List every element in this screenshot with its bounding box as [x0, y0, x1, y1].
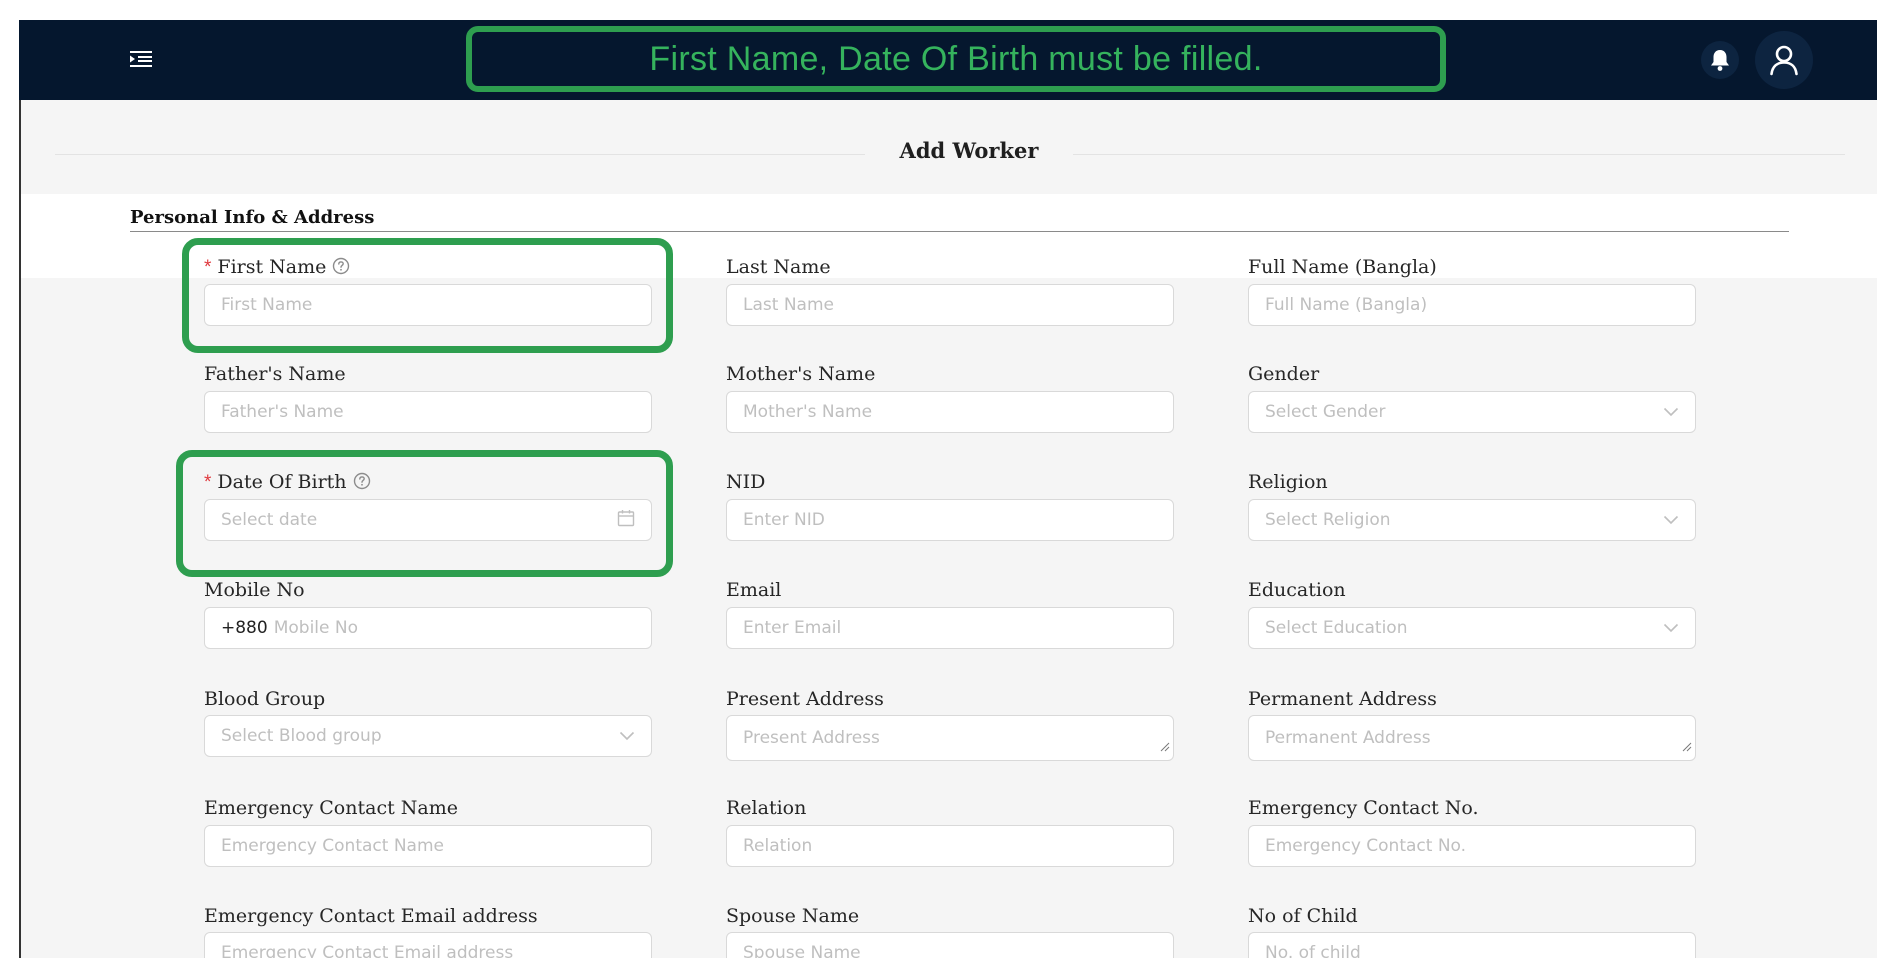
- validation-alert: First Name, Date Of Birth must be filled…: [466, 26, 1446, 92]
- resize-handle-icon[interactable]: [1160, 737, 1170, 757]
- nid-label: NID: [726, 471, 766, 493]
- last-name-label: Last Name: [726, 256, 831, 278]
- title-divider-left: [55, 154, 865, 155]
- date-of-birth-label: * Date Of Birth: [204, 471, 371, 495]
- no-of-child-input[interactable]: No. of child: [1248, 932, 1696, 958]
- section-title: Personal Info & Address: [130, 207, 375, 228]
- question-circle-icon[interactable]: [353, 472, 371, 495]
- education-label: Education: [1248, 579, 1346, 601]
- emergency-contact-name-label: Emergency Contact Name: [204, 797, 458, 819]
- date-of-birth-picker[interactable]: Select date: [204, 499, 652, 541]
- page-header: Add Worker: [55, 116, 1845, 194]
- required-mark: *: [204, 257, 212, 278]
- chevron-down-icon: [1663, 402, 1679, 422]
- education-select[interactable]: Select Education: [1248, 607, 1696, 649]
- country-code-prefix: +880: [221, 618, 268, 638]
- mothers-name-input[interactable]: Mother's Name: [726, 391, 1174, 433]
- required-mark: *: [204, 472, 212, 493]
- permanent-address-textarea[interactable]: Permanent Address: [1248, 715, 1696, 761]
- resize-handle-icon[interactable]: [1682, 737, 1692, 757]
- chevron-down-icon: [619, 726, 635, 746]
- religion-select[interactable]: Select Religion: [1248, 499, 1696, 541]
- blood-group-label: Blood Group: [204, 688, 326, 710]
- chevron-down-icon: [1663, 618, 1679, 638]
- blood-group-select[interactable]: Select Blood group: [204, 715, 652, 757]
- user-icon[interactable]: [1755, 31, 1813, 89]
- bell-icon[interactable]: [1701, 41, 1739, 79]
- full-name-bangla-label: Full Name (Bangla): [1248, 256, 1437, 278]
- page-title: Add Worker: [899, 138, 1039, 163]
- first-name-label: * First Name: [204, 256, 350, 280]
- gender-select[interactable]: Select Gender: [1248, 391, 1696, 433]
- title-divider-right: [1073, 154, 1845, 155]
- menu-fold-icon[interactable]: [127, 46, 155, 72]
- top-navbar: First Name, Date Of Birth must be filled…: [19, 20, 1877, 100]
- first-name-input[interactable]: First Name: [204, 284, 652, 326]
- spouse-name-input[interactable]: Spouse Name: [726, 932, 1174, 958]
- question-circle-icon[interactable]: [332, 257, 350, 280]
- gender-label: Gender: [1248, 363, 1320, 385]
- religion-label: Religion: [1248, 471, 1328, 493]
- calendar-icon: [617, 509, 635, 532]
- emergency-contact-no-input[interactable]: Emergency Contact No.: [1248, 825, 1696, 867]
- emergency-contact-no-label: Emergency Contact No.: [1248, 797, 1479, 819]
- emergency-contact-email-label: Emergency Contact Email address: [204, 905, 538, 927]
- app-frame: First Name, Date Of Birth must be filled…: [19, 20, 1877, 958]
- spouse-name-label: Spouse Name: [726, 905, 860, 927]
- mobile-no-input[interactable]: +880 Mobile No: [204, 607, 652, 649]
- frame-left-border: [19, 100, 21, 958]
- present-address-textarea[interactable]: Present Address: [726, 715, 1174, 761]
- last-name-input[interactable]: Last Name: [726, 284, 1174, 326]
- mobile-no-label: Mobile No: [204, 579, 305, 601]
- present-address-label: Present Address: [726, 688, 884, 710]
- fathers-name-input[interactable]: Father's Name: [204, 391, 652, 433]
- fathers-name-label: Father's Name: [204, 363, 346, 385]
- emergency-contact-email-input[interactable]: Emergency Contact Email address: [204, 932, 652, 958]
- relation-input[interactable]: Relation: [726, 825, 1174, 867]
- chevron-down-icon: [1663, 510, 1679, 530]
- email-input[interactable]: Enter Email: [726, 607, 1174, 649]
- emergency-contact-name-input[interactable]: Emergency Contact Name: [204, 825, 652, 867]
- full-name-bangla-input[interactable]: Full Name (Bangla): [1248, 284, 1696, 326]
- relation-label: Relation: [726, 797, 807, 819]
- nid-input[interactable]: Enter NID: [726, 499, 1174, 541]
- section-divider: [130, 231, 1789, 232]
- permanent-address-label: Permanent Address: [1248, 688, 1437, 710]
- mothers-name-label: Mother's Name: [726, 363, 876, 385]
- email-label: Email: [726, 579, 782, 601]
- no-of-child-label: No of Child: [1248, 905, 1358, 927]
- validation-alert-message: First Name, Date Of Birth must be filled…: [649, 39, 1263, 78]
